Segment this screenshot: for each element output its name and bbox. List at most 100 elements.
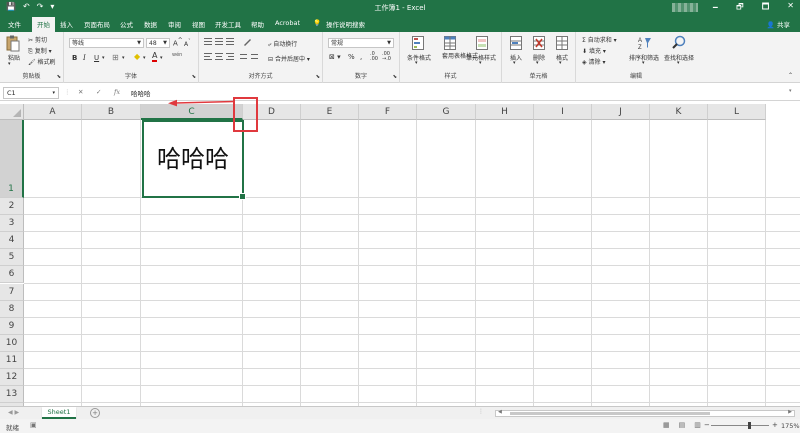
row-header-5[interactable]: 5	[0, 249, 24, 267]
column-header-i[interactable]: I	[534, 104, 592, 120]
font-size-select[interactable]: 48 ▼	[146, 38, 170, 48]
sheet-tab-sheet1[interactable]: Sheet1	[42, 407, 76, 419]
tab-page-layout[interactable]: 页面布局	[84, 19, 110, 29]
column-header-e[interactable]: E	[301, 104, 359, 120]
number-launcher-icon[interactable]: ⬊	[393, 74, 397, 80]
row-header-12[interactable]: 12	[0, 369, 24, 387]
conditional-formatting-button[interactable]: 条件格式	[407, 53, 431, 62]
find-select-icon[interactable]	[672, 35, 686, 50]
insert-cells-icon[interactable]	[510, 36, 522, 50]
tab-view[interactable]: 视图	[192, 19, 205, 29]
tab-review[interactable]: 审阅	[168, 19, 181, 29]
cut-button[interactable]: ✂ 剪切	[28, 35, 47, 44]
font-name-select[interactable]: 等线 ▼	[69, 38, 144, 48]
tab-insert[interactable]: 插入	[60, 19, 73, 29]
zoom-slider-knob[interactable]	[747, 422, 751, 429]
row-header-2[interactable]: 2	[0, 198, 24, 216]
cancel-icon[interactable]: ✕	[78, 88, 83, 96]
conditional-dropdown-icon[interactable]: ▾	[415, 60, 418, 66]
underline-button[interactable]: U	[94, 54, 99, 62]
horizontal-align-icons[interactable]	[204, 53, 260, 61]
clear-button[interactable]: ◈ 清除 ▾	[582, 57, 605, 66]
insert-dropdown-icon[interactable]: ▾	[513, 60, 516, 66]
phonetic-icon[interactable]: wén	[172, 52, 182, 58]
borders-dropdown-icon[interactable]: ▾	[122, 55, 125, 61]
delete-cells-icon[interactable]	[533, 36, 545, 50]
scroll-left-icon[interactable]: ◀	[498, 409, 502, 415]
shrink-font-button[interactable]: Aˇ	[184, 39, 191, 48]
clipboard-launcher-icon[interactable]: ⬊	[57, 74, 61, 80]
column-header-g[interactable]: G	[417, 104, 476, 120]
scroll-right-icon[interactable]: ▶	[788, 409, 792, 415]
font-color-dropdown-icon[interactable]: ▾	[160, 55, 163, 61]
insert-button[interactable]: 插入	[510, 53, 522, 62]
minimize-icon[interactable]: 🗗	[736, 1, 744, 15]
enter-icon[interactable]: ✓	[96, 88, 101, 96]
borders-icon[interactable]: ⊞	[112, 53, 119, 62]
row-header-9[interactable]: 9	[0, 317, 24, 335]
worksheet-grid[interactable]: ABCDEFGHIJKL 1234567891011121314 哈哈哈	[0, 104, 800, 408]
italic-button[interactable]: I	[83, 54, 86, 62]
row-header-6[interactable]: 6	[0, 266, 24, 284]
grow-font-button[interactable]: A^	[173, 38, 183, 47]
vertical-align-icons[interactable]	[204, 38, 260, 46]
percent-button[interactable]: %	[348, 53, 355, 61]
zoom-in-icon[interactable]: +	[772, 421, 778, 429]
share-button[interactable]: 👤 共享	[767, 19, 790, 29]
maximize-icon[interactable]: 🗖	[762, 1, 770, 15]
tab-developer[interactable]: 开发工具	[215, 19, 241, 29]
tab-file[interactable]: 文件	[8, 19, 21, 29]
horizontal-scroll-thumb[interactable]	[510, 412, 710, 415]
font-color-icon[interactable]: A	[152, 52, 158, 62]
zoom-out-icon[interactable]: −	[704, 421, 710, 429]
zoom-level[interactable]: 175%	[781, 422, 800, 430]
number-format-select[interactable]: 常规 ▼	[328, 38, 394, 48]
tab-acrobat[interactable]: Acrobat	[275, 19, 300, 27]
row-header-1[interactable]: 1	[0, 120, 24, 198]
comma-button[interactable]: ,	[360, 53, 362, 61]
paste-dropdown-icon[interactable]: ▾	[8, 61, 11, 67]
format-painter-button[interactable]: 🖌 格式刷	[28, 57, 56, 66]
row-header-11[interactable]: 11	[0, 351, 24, 369]
ribbon-display-icon[interactable]: 🗕	[713, 1, 719, 15]
collapse-ribbon-icon[interactable]: ⌃	[788, 72, 793, 79]
alignment-launcher-icon[interactable]: ⬊	[316, 74, 320, 80]
tab-home[interactable]: 开始	[32, 17, 55, 32]
normal-view-icon[interactable]: ▦	[663, 421, 670, 429]
sort-filter-dropdown-icon[interactable]: ▾	[642, 60, 645, 66]
fill-color-icon[interactable]: ◆	[134, 52, 140, 61]
paste-icon[interactable]	[6, 35, 20, 52]
column-header-h[interactable]: H	[476, 104, 534, 120]
copy-button[interactable]: ⎘ 复制 ▾	[28, 46, 52, 56]
add-sheet-icon[interactable]: +	[90, 408, 100, 418]
name-box[interactable]: C1 ▾	[3, 87, 59, 99]
tell-me-search[interactable]: 操作说明搜索	[326, 19, 365, 29]
page-layout-view-icon[interactable]: ▤	[679, 421, 686, 429]
decrease-decimal-icon[interactable]: .00 →.0	[382, 52, 391, 62]
fill-button[interactable]: ⬇ 填充 ▾	[582, 46, 606, 55]
row-header-3[interactable]: 3	[0, 215, 24, 233]
close-icon[interactable]: ✕	[787, 1, 794, 15]
cell-styles-dropdown-icon[interactable]: ▾	[479, 60, 482, 66]
find-select-dropdown-icon[interactable]: ▾	[677, 60, 680, 66]
tab-help[interactable]: 帮助	[251, 19, 264, 29]
sort-filter-icon[interactable]: A Z	[638, 36, 652, 50]
zoom-slider[interactable]	[711, 422, 769, 429]
insert-function-icon[interactable]: fx	[114, 88, 120, 96]
select-all-button[interactable]	[0, 104, 24, 120]
tab-formulas[interactable]: 公式	[120, 19, 133, 29]
merge-center-button[interactable]: ⊟ 合并后居中 ▾	[268, 54, 310, 63]
format-cells-icon[interactable]	[556, 36, 568, 50]
sheet-nav-arrows-icon[interactable]: ◀ ▶	[8, 409, 19, 416]
format-as-table-icon[interactable]	[444, 36, 456, 50]
tab-data[interactable]: 数据	[144, 19, 157, 29]
tab-split-handle-icon[interactable]: ⋮	[478, 408, 484, 415]
underline-dropdown-icon[interactable]: ▾	[102, 55, 105, 61]
increase-decimal-icon[interactable]: .0.00	[370, 52, 378, 62]
cell-C1[interactable]: 哈哈哈	[144, 122, 242, 196]
autosum-button[interactable]: Σ 自动求和 ▾	[582, 35, 617, 44]
row-header-4[interactable]: 4	[0, 232, 24, 250]
format-button[interactable]: 格式	[556, 53, 568, 62]
column-header-l[interactable]: L	[708, 104, 766, 120]
column-header-j[interactable]: J	[592, 104, 650, 120]
